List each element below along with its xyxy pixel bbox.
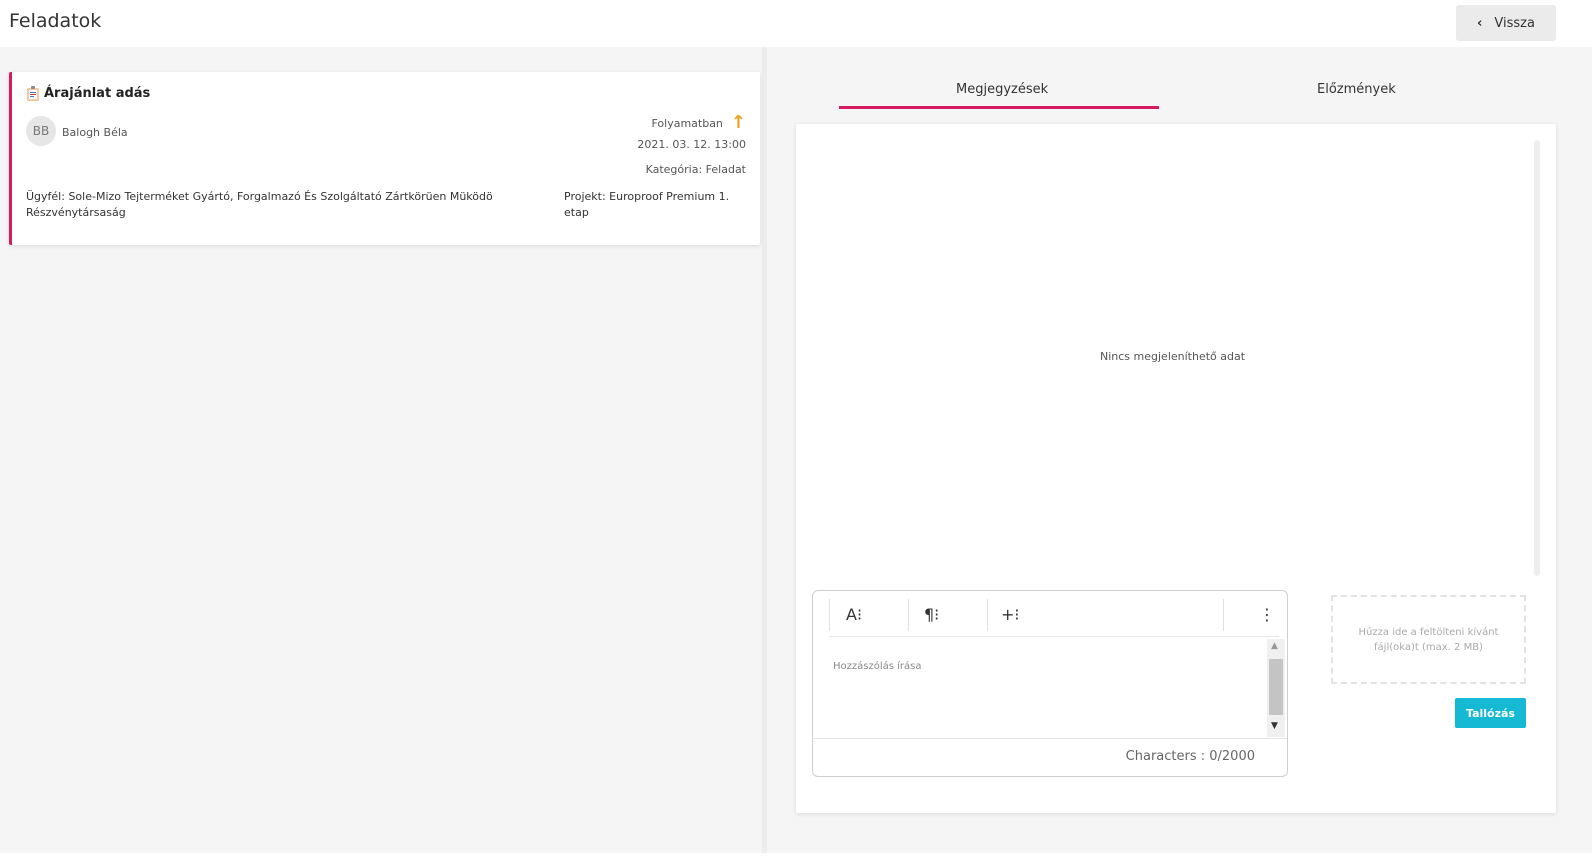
textarea-scrollbar[interactable]: ▲ ▼ [1267,639,1285,737]
task-title: Árajánlat adás [44,86,151,101]
scroll-thumb[interactable] [1269,659,1283,715]
chevron-left-icon: ‹ [1477,15,1483,31]
comment-placeholder: Hozzászólás írása [833,661,922,672]
back-button[interactable]: ‹ Vissza [1456,5,1556,41]
notes-scrollbar[interactable] [1534,140,1540,576]
tab-notes[interactable]: Megjegyzések [956,82,1048,97]
file-dropzone[interactable]: Húzza ide a feltölteni kívánt fájl(oka)t… [1331,595,1526,684]
comment-editor: A⁝ ¶⁝ +⁝ ⋮ Hozzászólás írása ▲ ▼ Charact… [812,590,1288,777]
toolbar-divider [987,599,988,631]
browse-button[interactable]: Tallózás [1455,698,1526,728]
bottom-strip [0,853,1592,868]
insert-button[interactable]: +⁝ [1001,605,1020,624]
toolbar-divider [908,599,909,631]
comment-textarea[interactable]: Hozzászólás írása ▲ ▼ [821,639,1287,737]
toolbar-divider [829,599,830,631]
avatar: BB [26,116,56,146]
clipboard-icon [27,86,39,101]
dropzone-text: Húzza ide a feltölteni kívánt fájl(oka)t… [1358,626,1499,653]
task-title-row: Árajánlat adás [27,86,150,101]
task-date: 2021. 03. 12. 13:00 [637,138,746,151]
empty-state-text: Nincs megjeleníthető adat [1100,350,1246,363]
task-category: Kategória: Feladat [645,163,746,176]
editor-toolbar: A⁝ ¶⁝ +⁝ ⋮ [829,599,1279,637]
task-project: Projekt: Europroof Premium 1. etap [564,190,730,219]
character-counter: Characters : 0/2000 [1125,749,1255,764]
tab-history[interactable]: Előzmények [1317,82,1396,97]
scroll-up-icon[interactable]: ▲ [1271,641,1278,651]
status-row: Folyamatban ↑ [651,114,746,132]
assignee-name: Balogh Béla [62,126,128,139]
more-options-icon[interactable]: ⋮ [1259,605,1275,624]
page-title: Feladatok [9,10,102,32]
text-format-button[interactable]: A⁝ [846,605,862,624]
top-bar: Feladatok ‹ Vissza [0,0,1592,47]
task-card[interactable]: Árajánlat adás BB Balogh Béla Folyamatba… [9,72,760,245]
active-tab-indicator [839,106,1159,109]
arrow-up-icon: ↑ [730,112,746,133]
editor-divider [813,738,1287,739]
task-customer: Ügyfél: Sole-Mizo Tejterméket Gyártó, Fo… [26,190,493,219]
toolbar-divider [1223,599,1224,631]
scroll-down-icon[interactable]: ▼ [1271,721,1278,731]
paragraph-format-button[interactable]: ¶⁝ [924,605,939,624]
back-button-label: Vissza [1494,15,1535,31]
status-text: Folyamatban [651,116,723,130]
